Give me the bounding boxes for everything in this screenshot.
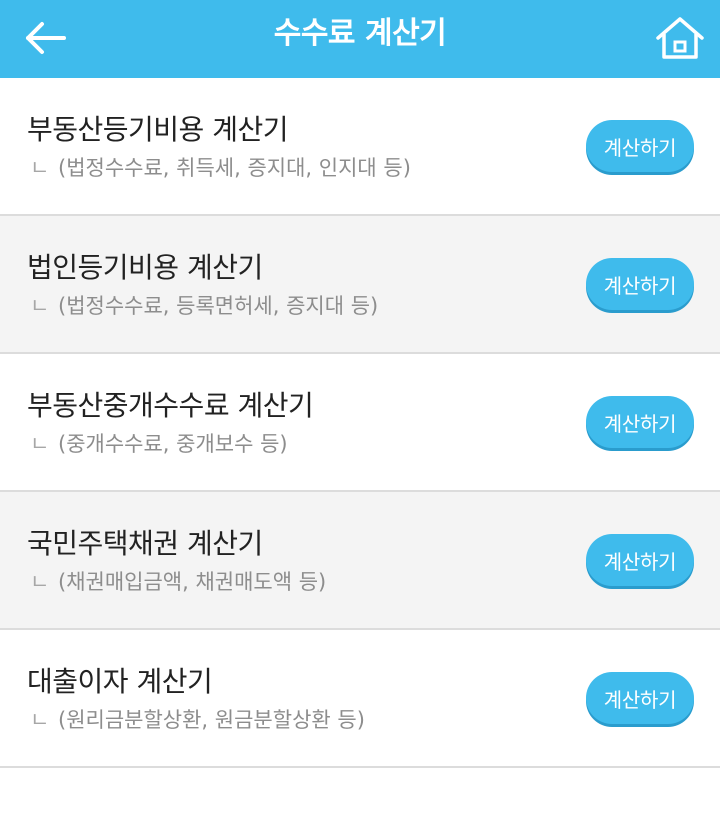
calculate-button[interactable]: 계산하기 xyxy=(586,396,694,448)
item-subtitle-line: ㄴ (채권매입금액, 채권매도액 등) xyxy=(30,566,326,596)
calculator-list: 부동산등기비용 계산기 ㄴ (법정수수료, 취득세, 증지대, 인지대 등) 계… xyxy=(0,78,720,768)
item-title: 법인등기비용 계산기 xyxy=(27,251,263,284)
calculate-button[interactable]: 계산하기 xyxy=(586,672,694,724)
sub-indicator-icon: ㄴ xyxy=(30,432,50,456)
calculate-button[interactable]: 계산하기 xyxy=(586,258,694,310)
list-item: 국민주택채권 계산기 ㄴ (채권매입금액, 채권매도액 등) 계산하기 xyxy=(0,492,720,630)
calculate-button[interactable]: 계산하기 xyxy=(586,534,694,586)
item-title: 부동산등기비용 계산기 xyxy=(27,113,289,146)
item-title: 국민주택채권 계산기 xyxy=(27,527,263,560)
app-header: 수수료 계산기 xyxy=(0,0,720,78)
item-subtitle: (중개수수료, 중개보수 등) xyxy=(58,432,288,456)
page-title: 수수료 계산기 xyxy=(273,16,447,51)
item-title: 대출이자 계산기 xyxy=(27,665,213,698)
item-subtitle: (원리금분할상환, 원금분할상환 등) xyxy=(58,708,365,732)
home-icon xyxy=(656,17,704,59)
home-button[interactable] xyxy=(650,8,710,68)
list-item: 법인등기비용 계산기 ㄴ (법정수수료, 등록면허세, 증지대 등) 계산하기 xyxy=(0,216,720,354)
list-item: 대출이자 계산기 ㄴ (원리금분할상환, 원금분할상환 등) 계산하기 xyxy=(0,630,720,768)
item-subtitle-line: ㄴ (중개수수료, 중개보수 등) xyxy=(30,428,288,458)
sub-indicator-icon: ㄴ xyxy=(30,294,50,318)
item-subtitle-line: ㄴ (원리금분할상환, 원금분할상환 등) xyxy=(30,704,365,734)
calculate-button[interactable]: 계산하기 xyxy=(586,120,694,172)
item-title: 부동산중개수수료 계산기 xyxy=(27,389,314,422)
list-item: 부동산중개수수료 계산기 ㄴ (중개수수료, 중개보수 등) 계산하기 xyxy=(0,354,720,492)
sub-indicator-icon: ㄴ xyxy=(30,570,50,594)
sub-indicator-icon: ㄴ xyxy=(30,156,50,180)
item-subtitle: (법정수수료, 등록면허세, 증지대 등) xyxy=(58,294,379,318)
list-item: 부동산등기비용 계산기 ㄴ (법정수수료, 취득세, 증지대, 인지대 등) 계… xyxy=(0,78,720,216)
item-subtitle: (법정수수료, 취득세, 증지대, 인지대 등) xyxy=(58,156,411,180)
sub-indicator-icon: ㄴ xyxy=(30,708,50,732)
item-subtitle-line: ㄴ (법정수수료, 취득세, 증지대, 인지대 등) xyxy=(30,152,411,182)
item-subtitle: (채권매입금액, 채권매도액 등) xyxy=(58,570,327,594)
item-subtitle-line: ㄴ (법정수수료, 등록면허세, 증지대 등) xyxy=(30,290,378,320)
